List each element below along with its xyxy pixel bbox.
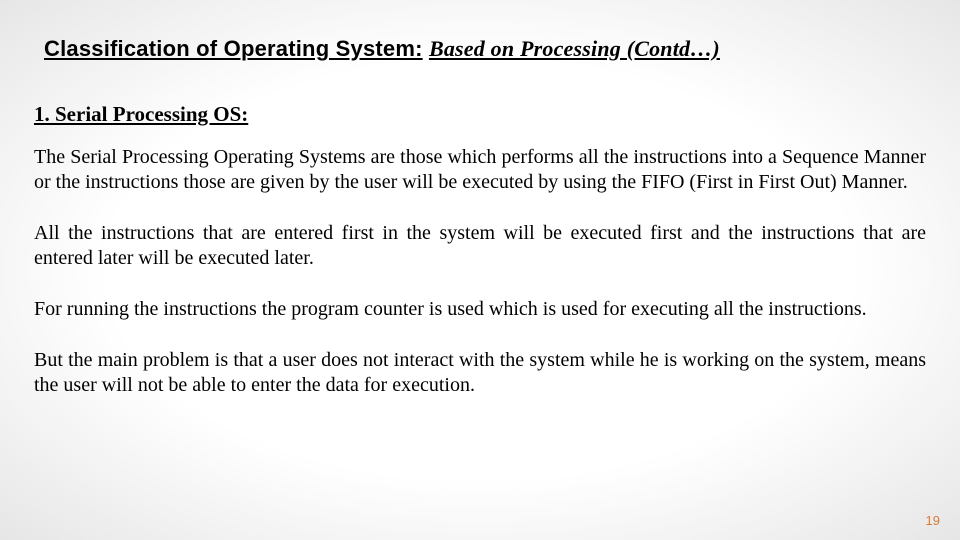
page-number: 19 — [926, 513, 940, 528]
section-heading: 1. Serial Processing OS: — [34, 102, 926, 127]
paragraph-2: All the instructions that are entered fi… — [34, 221, 926, 271]
slide: Classification of Operating System: Base… — [0, 0, 960, 540]
title-main: Classification of Operating System: — [44, 36, 423, 61]
paragraph-1: The Serial Processing Operating Systems … — [34, 145, 926, 195]
paragraph-4: But the main problem is that a user does… — [34, 348, 926, 398]
slide-title: Classification of Operating System: Base… — [44, 36, 926, 62]
title-sub: Based on Processing (Contd…) — [429, 36, 720, 61]
paragraph-3: For running the instructions the program… — [34, 297, 926, 322]
